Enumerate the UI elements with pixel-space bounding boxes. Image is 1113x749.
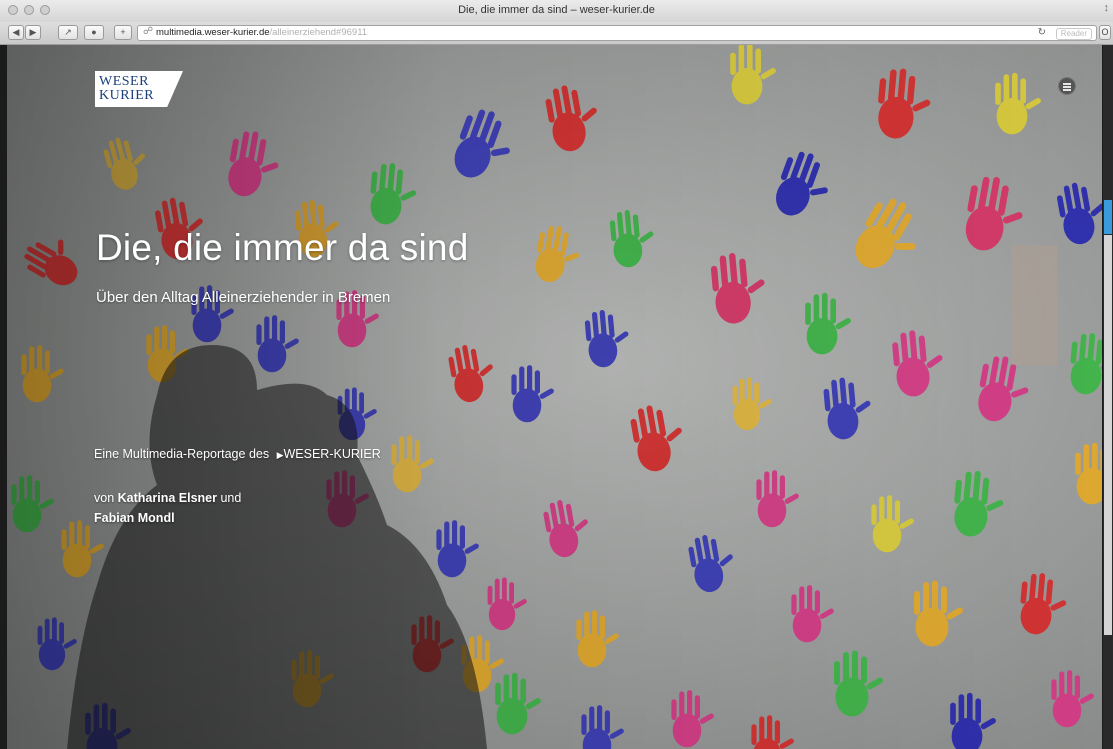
authors-credit: von Katharina Elsner und Fabian Mondl: [94, 488, 241, 528]
sidebar-button[interactable]: O: [1099, 25, 1111, 40]
forward-button[interactable]: ▶: [25, 25, 41, 40]
plus-icon: +: [120, 27, 126, 37]
globe-icon: ●: [91, 27, 97, 37]
page-scrollbar[interactable]: [1103, 45, 1113, 749]
hero-section: WESER KURIER Die, die immer da sind Über…: [7, 45, 1102, 749]
url-path: /alleinerziehend#96911: [269, 27, 368, 38]
extension-button[interactable]: ●: [84, 25, 104, 40]
logo-line-2: KURIER: [99, 88, 155, 103]
reload-icon[interactable]: ↻: [1038, 27, 1046, 38]
author-1: Katharina Elsner: [117, 491, 217, 505]
forward-arrow-icon: ▶: [29, 27, 37, 37]
weser-kurier-link[interactable]: ▶WESER-KURIER: [277, 447, 381, 461]
reportage-credit: Eine Multimedia-Reportage des ▶WESER-KUR…: [94, 447, 381, 461]
window-titlebar: Die, die immer da sind – weser-kurier.de…: [0, 0, 1113, 23]
authors-and: und: [220, 491, 242, 505]
scrollbar-thumb[interactable]: [1104, 200, 1112, 234]
menu-button[interactable]: [1058, 77, 1076, 95]
browser-toolbar: ◀ ▶ ↗ ● + ☍ multimedia.weser-kurier.de/a…: [0, 22, 1113, 45]
share-button[interactable]: ↗: [58, 25, 78, 40]
address-bar[interactable]: ☍ multimedia.weser-kurier.de/alleinerzie…: [137, 25, 1097, 41]
back-arrow-icon: ◀: [12, 27, 20, 37]
authors-prefix: von: [94, 491, 115, 505]
page-title: Die, die immer da sind: [96, 227, 469, 268]
fullscreen-icon[interactable]: ↕: [1104, 2, 1110, 14]
reader-button[interactable]: Reader: [1055, 28, 1092, 40]
site-identity-icon: ☍: [143, 26, 154, 37]
author-2: Fabian Mondl: [94, 511, 175, 525]
logo-line-1: WESER: [99, 74, 149, 89]
scrollbar-track[interactable]: [1104, 235, 1112, 635]
url-host: multimedia.weser-kurier.de: [156, 27, 270, 38]
share-icon: ↗: [64, 27, 72, 37]
window-title: Die, die immer da sind – weser-kurier.de: [458, 4, 655, 16]
back-button[interactable]: ◀: [8, 25, 24, 40]
page-subtitle: Über den Alltag Alleinerziehender in Bre…: [96, 289, 391, 306]
url-text[interactable]: multimedia.weser-kurier.de/alleinerziehe…: [156, 27, 367, 38]
weser-kurier-link-label: WESER-KURIER: [283, 447, 381, 461]
caret-right-icon: ▶: [276, 450, 284, 460]
image-overlay: [7, 45, 1102, 749]
reportage-prefix: Eine Multimedia-Reportage des: [94, 447, 270, 461]
add-bookmark-button[interactable]: +: [114, 25, 132, 40]
